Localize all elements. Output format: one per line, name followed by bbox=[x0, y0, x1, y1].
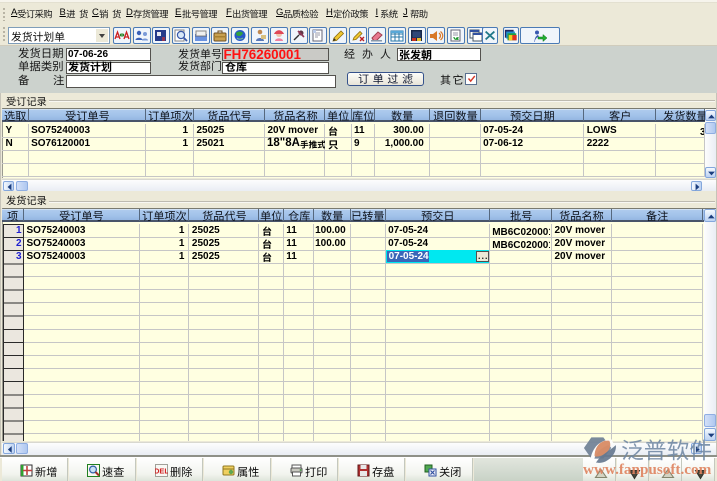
svg-text:DEL: DEL bbox=[155, 467, 168, 476]
